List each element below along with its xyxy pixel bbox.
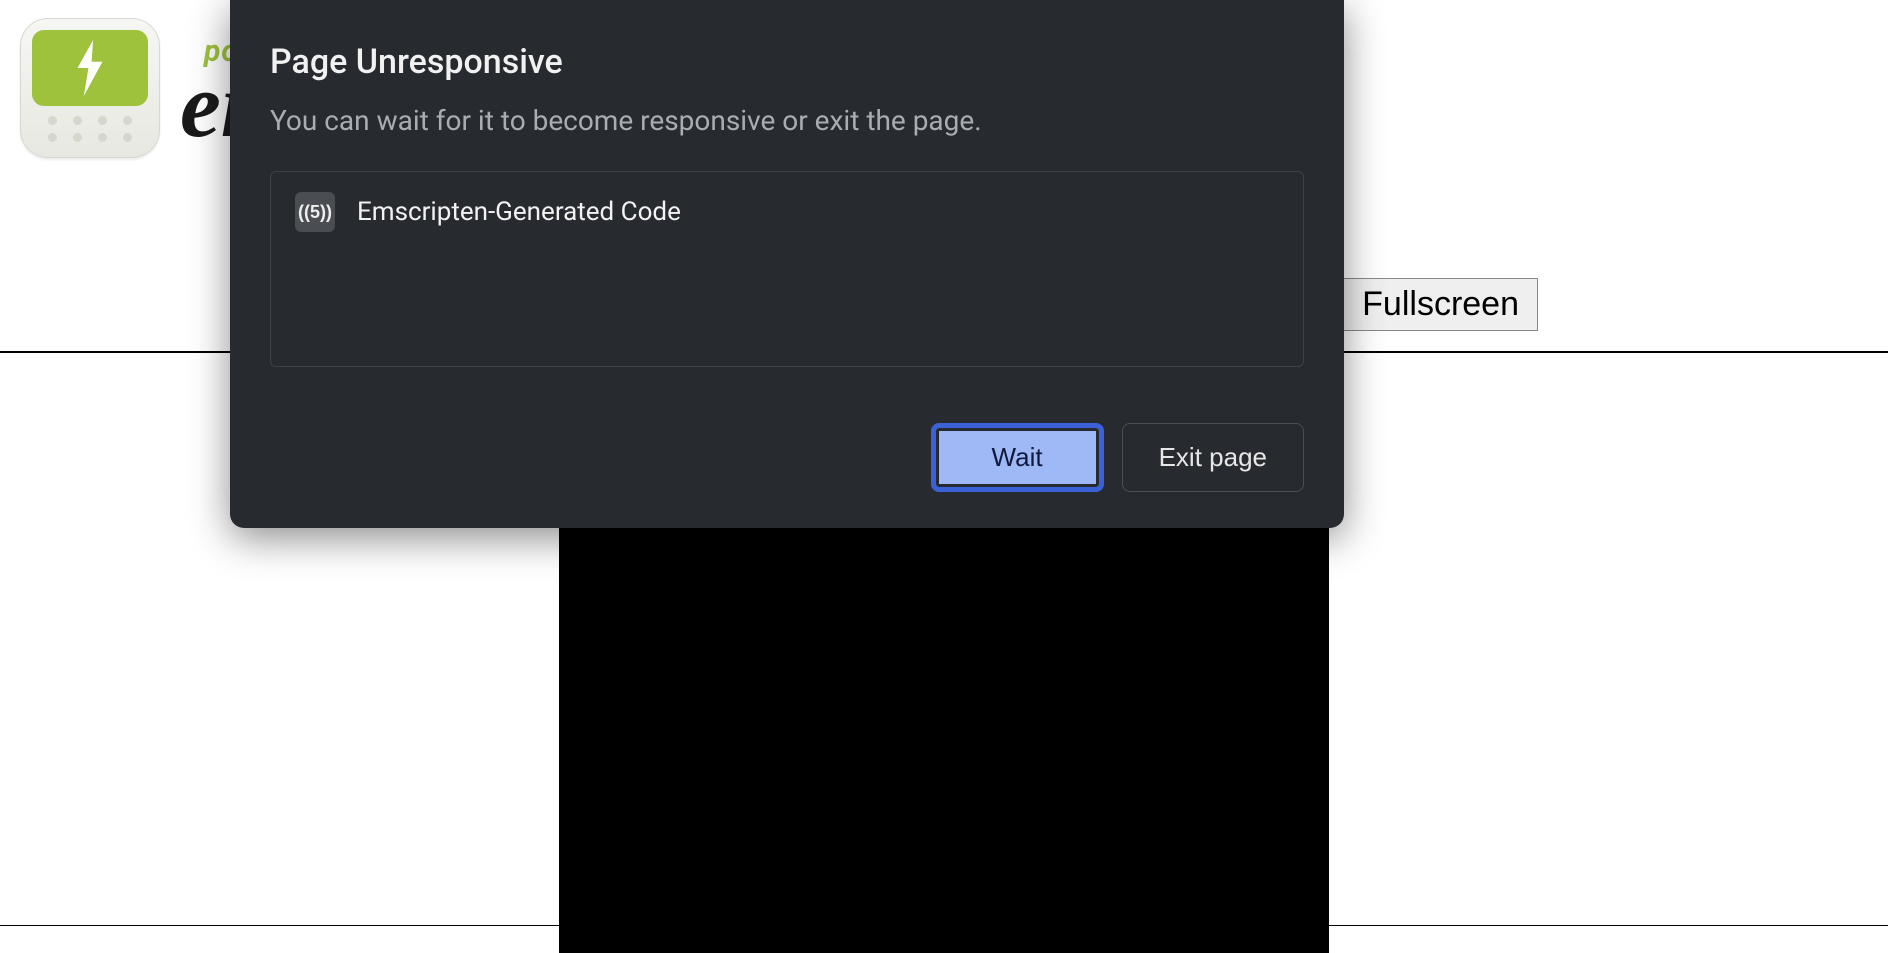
dialog-subtitle: You can wait for it to become responsive… bbox=[270, 104, 1304, 137]
emscripten-logo-icon bbox=[20, 18, 160, 158]
unresponsive-pages-list: ((5)) Emscripten-Generated Code bbox=[270, 171, 1304, 367]
exit-page-button[interactable]: Exit page bbox=[1122, 423, 1304, 492]
divider-bottom bbox=[0, 925, 1888, 926]
fullscreen-button[interactable]: Fullscreen bbox=[1343, 278, 1538, 331]
wait-button[interactable]: Wait bbox=[931, 423, 1104, 492]
list-item-label: Emscripten-Generated Code bbox=[357, 197, 681, 227]
page-unresponsive-dialog: Page Unresponsive You can wait for it to… bbox=[230, 0, 1344, 528]
dialog-actions: Wait Exit page bbox=[270, 423, 1304, 492]
list-item: ((5)) Emscripten-Generated Code bbox=[295, 192, 1279, 232]
dialog-title: Page Unresponsive bbox=[270, 42, 1304, 82]
bolt-icon bbox=[70, 40, 110, 96]
page-favicon-icon: ((5)) bbox=[295, 192, 335, 232]
